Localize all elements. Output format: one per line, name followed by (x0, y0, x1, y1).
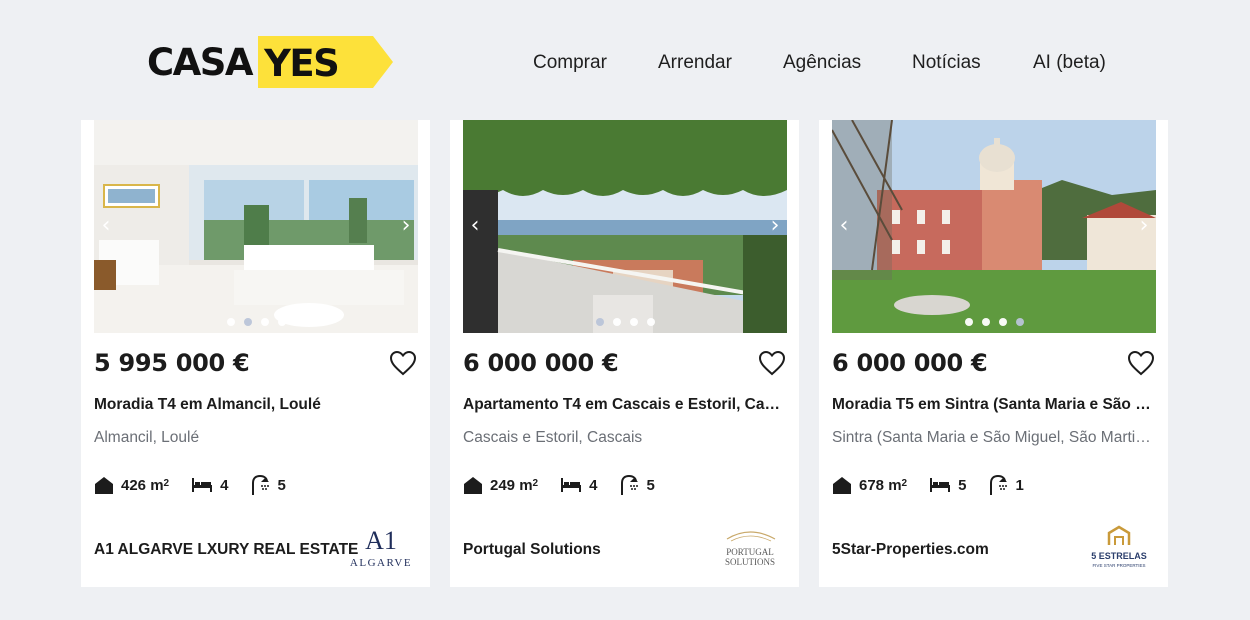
agency-logo-subtext: FIVE STAR PROPERTIES (1092, 563, 1145, 568)
shower-icon (990, 474, 1008, 495)
bathrooms-value: 1 (1015, 476, 1024, 494)
bed-icon (192, 478, 213, 492)
feature-area: 426 m2 (94, 475, 169, 495)
nav-ai-beta[interactable]: AI (beta) (1033, 52, 1106, 74)
carousel-dot[interactable] (243, 318, 252, 326)
feature-bathrooms: 5 (250, 474, 286, 496)
area-unit-superscript: 2 (901, 477, 908, 489)
five-star-properties-logo[interactable]: 5 ESTRELAS FIVE STAR PROPERTIES (1082, 525, 1156, 571)
favorite-heart-icon[interactable] (758, 350, 786, 376)
bedrooms-value: 5 (958, 476, 967, 494)
listing-price: 5 995 000 € (94, 349, 250, 377)
feature-bedrooms: 4 (191, 477, 228, 494)
bathrooms-value: 5 (277, 476, 286, 494)
carousel-dots (463, 318, 787, 326)
carousel-dots (832, 318, 1156, 326)
bathrooms-value: 5 (646, 476, 655, 494)
area-value: 678 m (859, 476, 902, 494)
agency-logo-text: 5 ESTRELAS (1091, 551, 1147, 561)
shower-icon (621, 474, 639, 495)
feature-bathrooms: 5 (619, 474, 655, 496)
listing-title[interactable]: Apartamento T4 em Cascais e Estoril, Cas… (463, 396, 787, 414)
area-value: 249 m (490, 476, 533, 494)
listing-title[interactable]: Moradia T4 em Almancil, Loulé (94, 396, 418, 414)
listing-card[interactable]: ‹ › 5 995 000 € Moradia T4 em Almancil, … (81, 120, 430, 587)
listing-features: 678 m2 5 1 (832, 474, 1046, 496)
house-icon (464, 477, 482, 494)
logo-yes-badge: YES (258, 36, 394, 88)
listing-title[interactable]: Moradia T5 em Sintra (Santa Maria e São … (832, 396, 1156, 414)
carousel-dot[interactable] (646, 318, 655, 326)
feature-area: 678 m2 (832, 475, 907, 495)
listing-card[interactable]: ‹ › 6 000 000 € Moradia T5 em Sintra (Sa… (819, 120, 1168, 587)
nav-arrendar[interactable]: Arrendar (658, 52, 732, 74)
terrace-sea-view-photo (463, 120, 787, 333)
agency-logo-subtext: ALGARVE (350, 557, 412, 569)
bedrooms-value: 4 (589, 476, 598, 494)
agency-logo-subtext: SOLUTIONS (725, 557, 775, 567)
carousel-dot[interactable] (277, 318, 286, 326)
listing-location: Almancil, Loulé (94, 429, 200, 446)
carousel-dot[interactable] (260, 318, 269, 326)
favorite-heart-icon[interactable] (389, 350, 417, 376)
a1-algarve-logo[interactable]: A1 ALGARVE (344, 525, 418, 571)
carousel-prev-icon[interactable]: ‹ (96, 214, 116, 238)
listing-price: 6 000 000 € (463, 349, 619, 377)
carousel-dot[interactable] (981, 318, 990, 326)
listing-features: 426 m2 4 5 (94, 474, 308, 496)
carousel-dot[interactable] (595, 318, 604, 326)
carousel-next-icon[interactable]: › (1134, 214, 1154, 238)
area-value: 426 m (121, 476, 164, 494)
living-room-photo (94, 120, 418, 333)
carousel-next-icon[interactable]: › (765, 214, 785, 238)
logo-text-casa: CASA (147, 40, 254, 84)
carousel-dots (94, 318, 418, 326)
listing-photo[interactable]: ‹ › (94, 120, 418, 333)
agency-name[interactable]: Portugal Solutions (463, 541, 601, 559)
bed-icon (561, 478, 582, 492)
feature-area: 249 m2 (463, 475, 538, 495)
bed-icon (930, 478, 951, 492)
agency-name[interactable]: A1 ALGARVE LXURY REAL ESTATE (94, 541, 358, 559)
nav-agencias[interactable]: Agências (783, 52, 861, 74)
carousel-next-icon[interactable]: › (396, 214, 416, 238)
house-icon (95, 477, 113, 494)
portugal-solutions-logo[interactable]: PORTUGAL SOLUTIONS (713, 525, 787, 571)
nav-comprar[interactable]: Comprar (533, 52, 607, 74)
listing-card[interactable]: ‹ › 6 000 000 € Apartamento T4 em Cascai… (450, 120, 799, 587)
agency-name[interactable]: 5Star-Properties.com (832, 541, 989, 559)
listing-features: 249 m2 4 5 (463, 474, 677, 496)
nav-noticias[interactable]: Notícias (912, 52, 981, 74)
listing-photo[interactable]: ‹ › (463, 120, 787, 333)
listing-location: Sintra (Santa Maria e São Miguel, São Ma… (832, 429, 1156, 446)
area-unit-superscript: 2 (163, 477, 170, 489)
favorite-heart-icon[interactable] (1127, 350, 1155, 376)
feature-bathrooms: 1 (988, 474, 1024, 496)
house-icon (833, 477, 851, 494)
carousel-dot[interactable] (1015, 318, 1024, 326)
listing-location: Cascais e Estoril, Cascais (463, 429, 643, 446)
logo-text-yes: YES (264, 42, 340, 85)
listing-photo[interactable]: ‹ › (832, 120, 1156, 333)
carousel-dot[interactable] (612, 318, 621, 326)
site-header: CASA YES Comprar Arrendar Agências Notíc… (0, 0, 1250, 120)
carousel-prev-icon[interactable]: ‹ (465, 214, 485, 238)
carousel-dot[interactable] (998, 318, 1007, 326)
area-unit-superscript: 2 (532, 477, 539, 489)
feature-bedrooms: 5 (929, 477, 966, 494)
carousel-dot[interactable] (629, 318, 638, 326)
casayes-logo[interactable]: CASA YES (147, 36, 394, 88)
feature-bedrooms: 4 (560, 477, 597, 494)
carousel-dot[interactable] (226, 318, 235, 326)
carousel-prev-icon[interactable]: ‹ (834, 214, 854, 238)
carousel-dot[interactable] (964, 318, 973, 326)
agency-logo-text: A1 (365, 526, 397, 555)
agency-logo-text: PORTUGAL (726, 547, 773, 557)
manor-garden-photo (832, 120, 1156, 333)
listing-price: 6 000 000 € (832, 349, 988, 377)
shower-icon (252, 474, 270, 495)
bedrooms-value: 4 (220, 476, 229, 494)
